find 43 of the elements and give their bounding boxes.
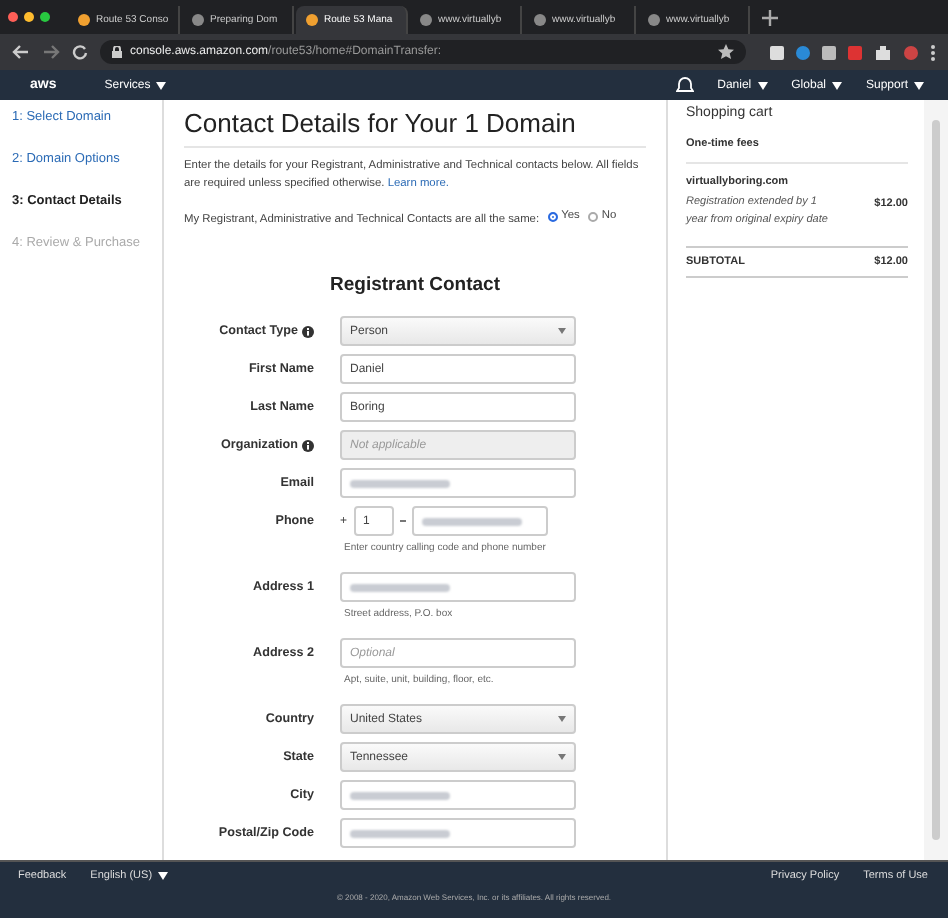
maximize-window-dot[interactable] xyxy=(40,12,50,22)
favicon-icon xyxy=(534,14,546,26)
info-icon[interactable] xyxy=(302,325,314,337)
favicon-icon xyxy=(78,14,90,26)
forward-icon[interactable] xyxy=(42,44,60,60)
caret-icon xyxy=(158,872,169,880)
lock-icon xyxy=(112,46,122,58)
phone-number-field[interactable] xyxy=(411,506,548,536)
favicon-icon xyxy=(648,14,660,26)
section-title: Registrant Contact xyxy=(328,274,502,296)
caret-icon xyxy=(156,81,167,89)
caret-icon xyxy=(757,81,768,89)
text-field[interactable] xyxy=(340,780,576,810)
menu-icon[interactable] xyxy=(930,43,936,61)
redacted-value xyxy=(350,479,450,487)
favicon-icon xyxy=(192,14,204,26)
text-field[interactable] xyxy=(340,468,576,498)
caret-icon xyxy=(558,716,566,722)
profile-icon[interactable] xyxy=(904,45,918,59)
star-icon[interactable] xyxy=(718,44,734,60)
minimize-window-dot[interactable] xyxy=(24,12,34,22)
scrollbar-thumb[interactable] xyxy=(932,120,940,840)
radio-icon[interactable] xyxy=(547,212,558,222)
caret-icon xyxy=(914,81,924,89)
reload-icon[interactable] xyxy=(72,44,88,60)
caret-icon xyxy=(558,754,566,760)
text-field[interactable] xyxy=(340,818,576,848)
back-icon[interactable] xyxy=(12,44,30,60)
caret-icon xyxy=(558,328,566,334)
text-field[interactable] xyxy=(340,572,576,602)
redacted-value xyxy=(350,791,450,799)
radio-icon[interactable] xyxy=(587,212,598,222)
caret-icon xyxy=(831,81,842,89)
redacted-value xyxy=(350,583,450,591)
bell-icon[interactable] xyxy=(675,76,694,94)
redacted-value xyxy=(350,829,450,837)
close-window-dot[interactable] xyxy=(8,12,18,22)
page-title: Contact Details for Your 1 Domain xyxy=(184,108,646,148)
new-tab-icon[interactable] xyxy=(762,9,778,25)
favicon-icon xyxy=(306,14,318,26)
favicon-icon xyxy=(420,14,432,26)
puzzle-icon[interactable] xyxy=(874,43,892,61)
redacted-value xyxy=(421,517,522,525)
